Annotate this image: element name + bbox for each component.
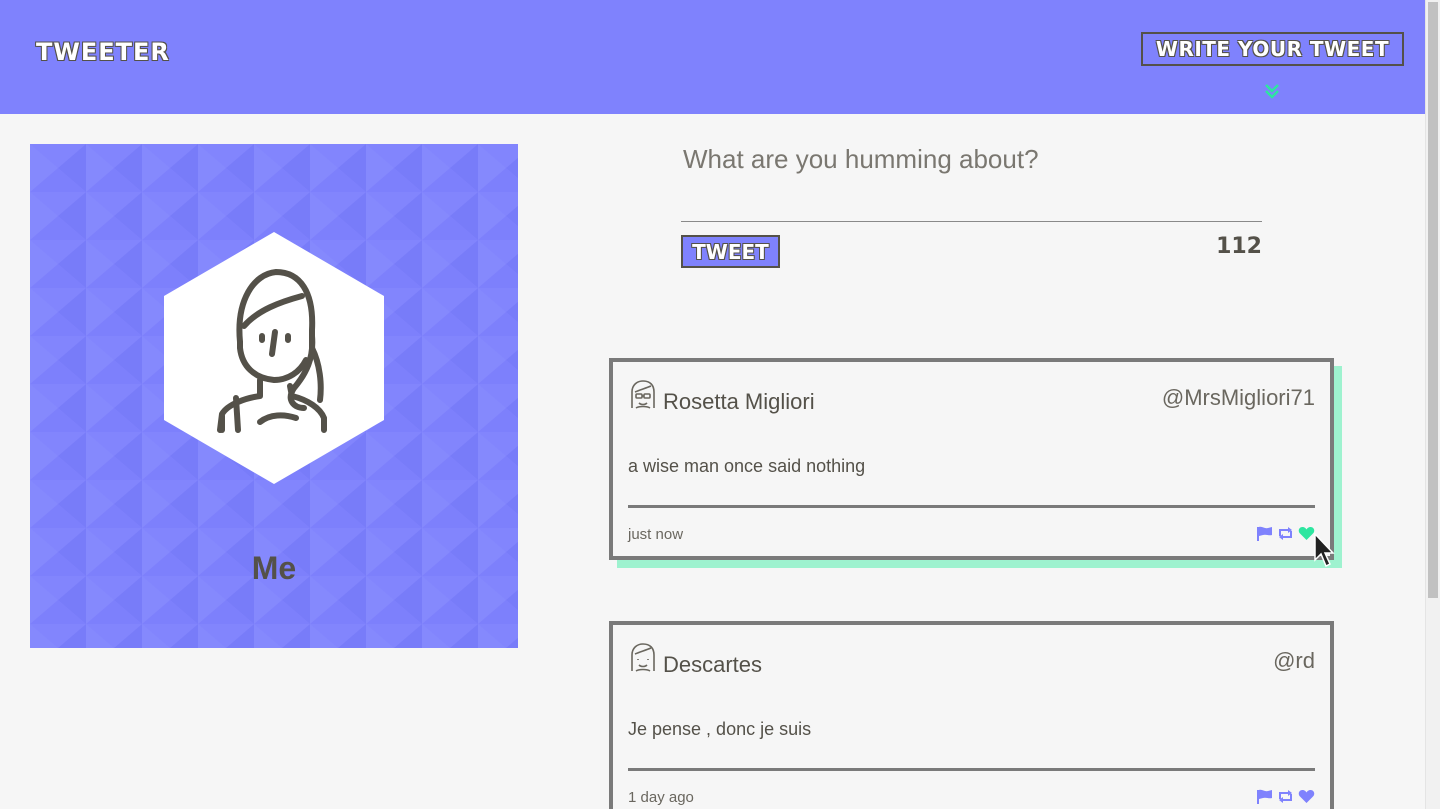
brand-logo[interactable]: Tweeter [36, 38, 170, 66]
page-scrollbar[interactable] [1425, 0, 1440, 809]
retweet-icon[interactable] [1277, 526, 1294, 541]
tweet-divider [628, 768, 1315, 771]
woman-avatar-icon [164, 232, 384, 484]
profile-name: Me [251, 550, 297, 586]
flag-icon[interactable] [1256, 789, 1273, 804]
glasses-woman-avatar-icon [631, 380, 655, 409]
tweet-timestamp: 1 day ago [628, 789, 694, 806]
tweet-author-handle: @MrsMigliori71 [1161, 385, 1315, 410]
tweet-author-name: Rosetta Migliori [663, 389, 815, 414]
profile-card: Me [30, 144, 518, 648]
flag-icon[interactable] [1256, 526, 1273, 541]
heart-icon[interactable] [1298, 789, 1315, 804]
tweet-author-name: Descartes [663, 652, 763, 677]
tweet-actions [1256, 526, 1315, 541]
tweet-author-handle: @rd [1273, 648, 1315, 673]
mouse-cursor-icon [1314, 532, 1335, 568]
tweet-compose-input[interactable] [681, 140, 1262, 220]
tweet-card[interactable]: Descartes @rd Je pense , donc je suis 1 … [609, 621, 1334, 809]
char-counter: 112 [1216, 234, 1262, 259]
top-nav: Tweeter Write your tweet [0, 0, 1425, 114]
chevron-double-down-icon[interactable] [1264, 82, 1280, 100]
retweet-icon[interactable] [1277, 789, 1294, 804]
tweet-submit-button[interactable]: Tweet [681, 235, 780, 268]
tweet-actions [1256, 789, 1315, 804]
woman-avatar-icon [631, 643, 655, 672]
tweet-content: Je pense , donc je suis [628, 719, 812, 739]
tweet-timestamp: just now [628, 526, 684, 543]
scrollbar-thumb[interactable] [1428, 2, 1438, 598]
tweet-card[interactable]: Rosetta Migliori @MrsMigliori71 a wise m… [609, 358, 1334, 560]
tweet-divider [628, 505, 1315, 508]
compose-divider [681, 221, 1262, 222]
tweet-content: a wise man once said nothing [628, 456, 866, 476]
write-tweet-button[interactable]: Write your tweet [1141, 32, 1404, 66]
